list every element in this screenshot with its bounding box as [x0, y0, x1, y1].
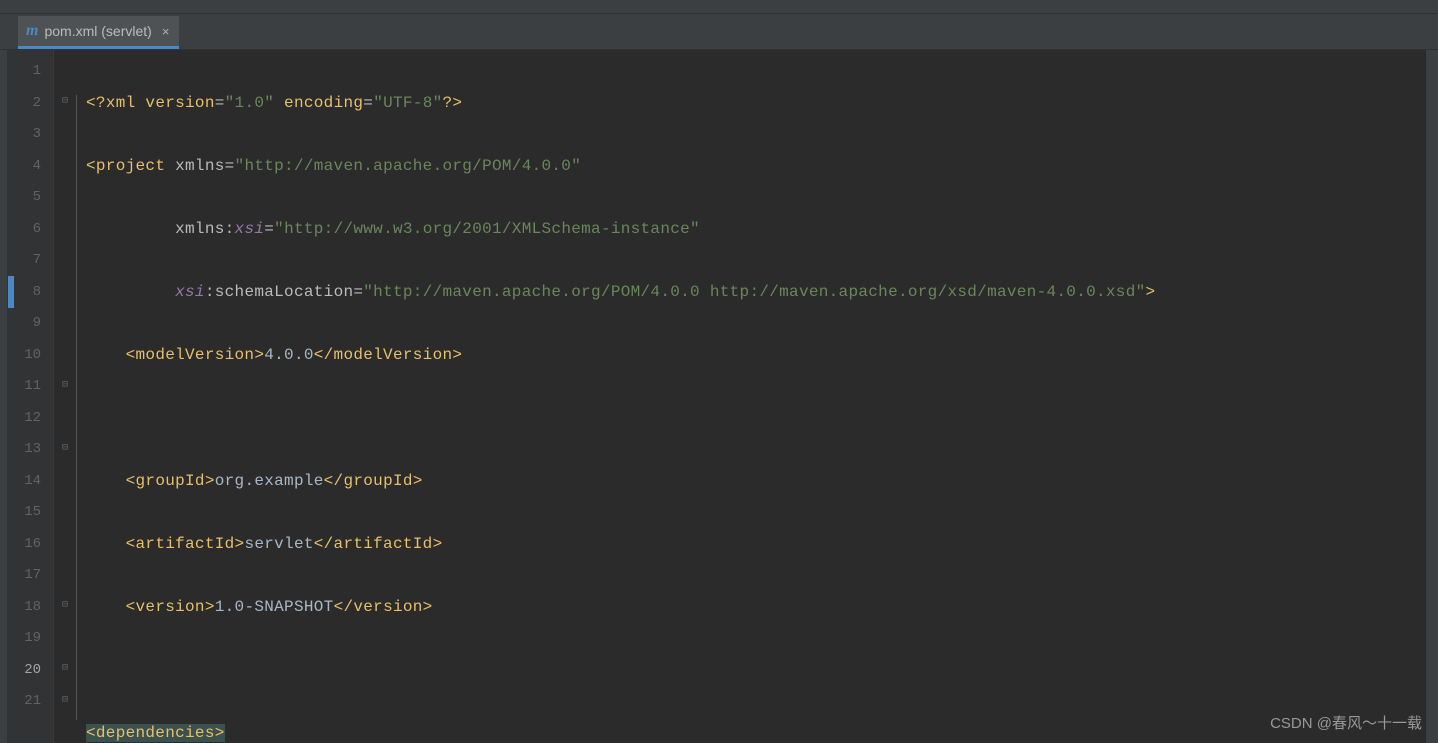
- line-highlight: [8, 276, 14, 308]
- line-number[interactable]: 17: [8, 560, 41, 592]
- line-number[interactable]: 9: [8, 308, 41, 340]
- fold-icon[interactable]: ⊟: [62, 95, 68, 107]
- toolbar: Add Configuration...: [0, 0, 1438, 14]
- line-number[interactable]: 2: [8, 88, 41, 120]
- code-line[interactable]: <groupId>org.example</groupId>: [86, 466, 1426, 498]
- code-line[interactable]: <artifactId>servlet</artifactId>: [86, 529, 1426, 561]
- fold-icon[interactable]: ⊟: [62, 694, 68, 706]
- left-edge: [0, 50, 8, 743]
- line-number[interactable]: 5: [8, 182, 41, 214]
- line-number[interactable]: 13: [8, 434, 41, 466]
- maven-icon: m: [26, 22, 38, 40]
- fold-gutter: ⊟ ⊟ ⊟ ⊟ ⊟ ⊟: [58, 50, 82, 743]
- line-number[interactable]: 1: [8, 56, 41, 88]
- fold-icon[interactable]: ⊟: [62, 442, 68, 454]
- line-number[interactable]: 11: [8, 371, 41, 403]
- line-number[interactable]: 18: [8, 592, 41, 624]
- tab-bar: m pom.xml (servlet) ×: [0, 14, 1438, 50]
- line-number[interactable]: 20: [8, 655, 41, 687]
- tab-filename: pom.xml (servlet): [44, 23, 151, 39]
- tab-pom-xml[interactable]: m pom.xml (servlet) ×: [18, 16, 179, 49]
- line-number[interactable]: 16: [8, 529, 41, 561]
- line-number[interactable]: 7: [8, 245, 41, 277]
- fold-icon[interactable]: ⊟: [62, 379, 68, 391]
- code-line[interactable]: <dependencies>: [86, 718, 1426, 743]
- code-line[interactable]: <version>1.0-SNAPSHOT</version>: [86, 592, 1426, 624]
- tab-close-icon[interactable]: ×: [162, 24, 170, 39]
- line-number[interactable]: 3: [8, 119, 41, 151]
- code-editor[interactable]: <?xml version="1.0" encoding="UTF-8"?> <…: [82, 50, 1426, 743]
- line-number[interactable]: 6: [8, 214, 41, 246]
- line-gutter[interactable]: 1 2 3 4 5 6 7 8 9 10 11 12 13 14 15 16 1…: [8, 50, 54, 743]
- code-line[interactable]: <modelVersion>4.0.0</modelVersion>: [86, 340, 1426, 372]
- line-number[interactable]: 10: [8, 340, 41, 372]
- line-number[interactable]: 19: [8, 623, 41, 655]
- fold-icon[interactable]: ⊟: [62, 662, 68, 674]
- indent-guide: [76, 95, 77, 720]
- line-number[interactable]: 14: [8, 466, 41, 498]
- code-line[interactable]: xmlns:xsi="http://www.w3.org/2001/XMLSch…: [86, 214, 1426, 246]
- code-line[interactable]: xsi:schemaLocation="http://maven.apache.…: [86, 277, 1426, 309]
- line-number[interactable]: 15: [8, 497, 41, 529]
- code-line[interactable]: [86, 655, 1426, 687]
- line-number[interactable]: 12: [8, 403, 41, 435]
- code-line[interactable]: <project xmlns="http://maven.apache.org/…: [86, 151, 1426, 183]
- code-line[interactable]: [86, 403, 1426, 435]
- watermark: CSDN @春风～十一载: [1270, 712, 1422, 733]
- line-number[interactable]: 21: [8, 686, 41, 718]
- fold-icon[interactable]: ⊟: [62, 599, 68, 611]
- editor-area: 1 2 3 4 5 6 7 8 9 10 11 12 13 14 15 16 1…: [0, 50, 1438, 743]
- scrollbar[interactable]: [1426, 50, 1438, 743]
- code-line[interactable]: <?xml version="1.0" encoding="UTF-8"?>: [86, 88, 1426, 120]
- line-number[interactable]: 4: [8, 151, 41, 183]
